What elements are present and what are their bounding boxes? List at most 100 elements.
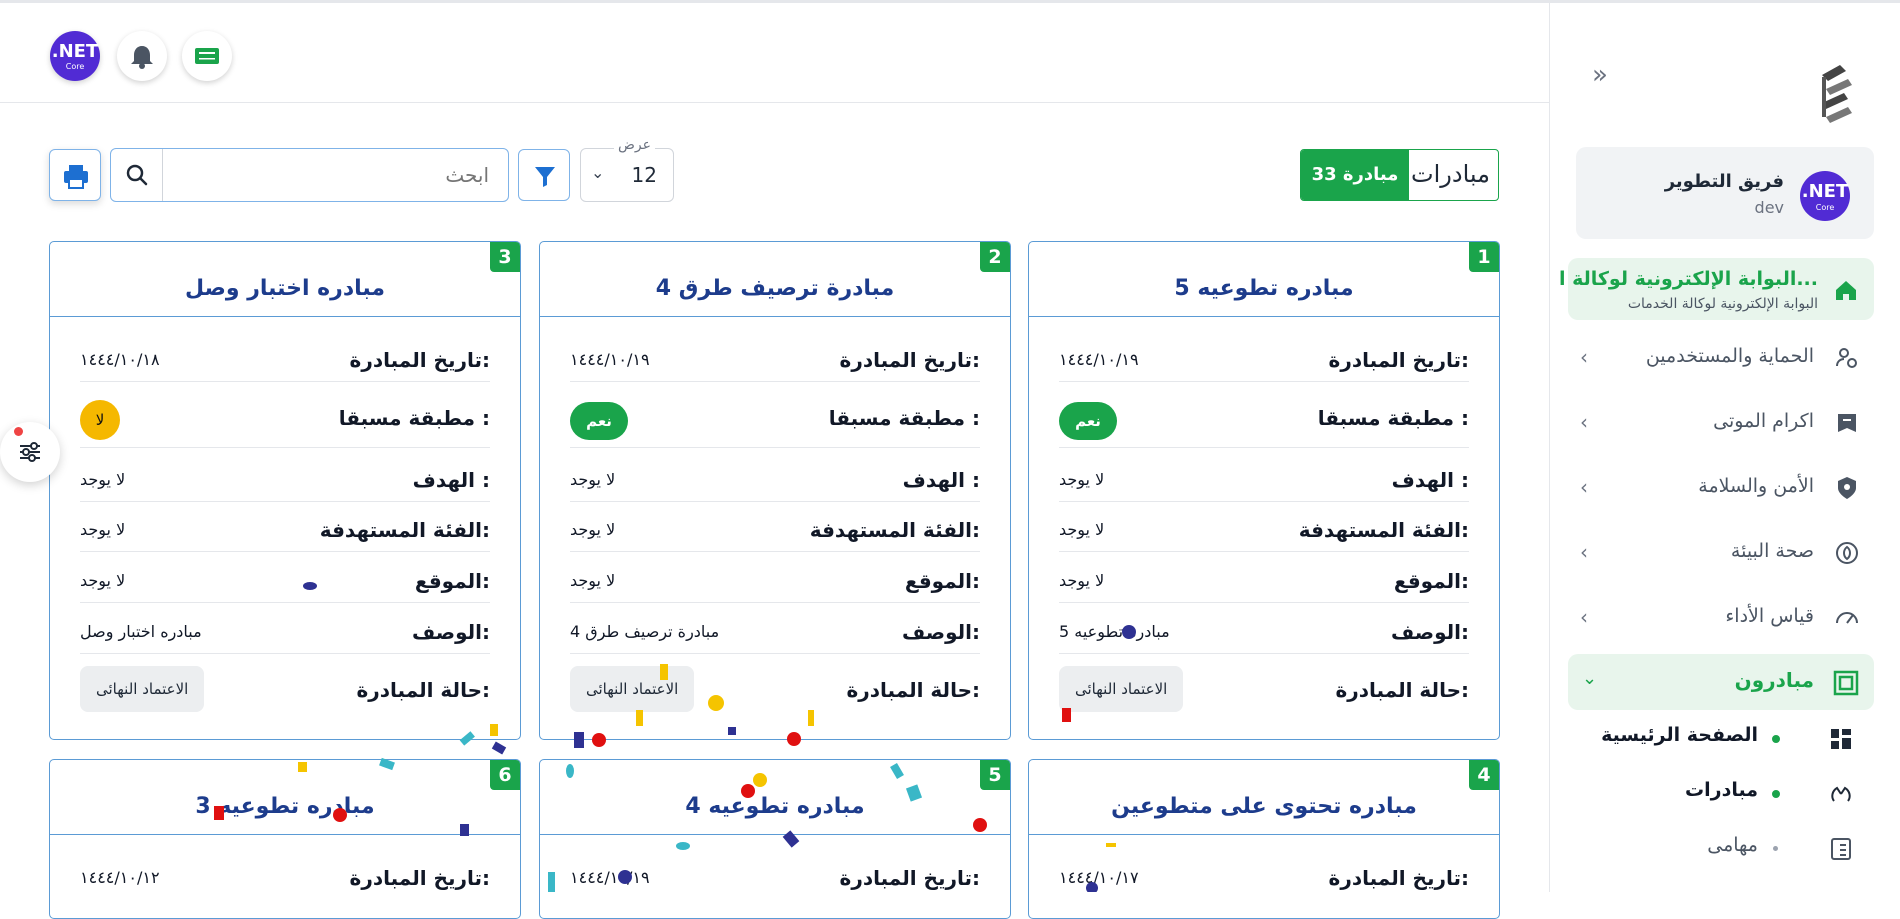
field-row: الفئة المستهدفة: لا يوجد <box>80 508 490 552</box>
field-value: مبادره اختبار وصل <box>80 622 202 641</box>
sidebar-subitem-my-tasks[interactable]: مهامى <box>1568 828 1874 868</box>
field-label: الفئة المستهدفة: <box>1298 518 1469 542</box>
card-number: 5 <box>980 760 1010 790</box>
chevron-left-icon: ‹ <box>1580 410 1588 434</box>
avatar-text: .NET <box>51 41 99 62</box>
archive-icon <box>1838 414 1856 432</box>
user-role: dev <box>1754 198 1784 217</box>
field-label: حالة المبادرة: <box>846 678 980 702</box>
sidebar-item-label: البوابة الإلكترونية لوكالة ا... <box>1558 268 1818 290</box>
status-chip: الاعتماد النهائى <box>570 666 695 712</box>
sidebar-item-security-safety[interactable]: الأمن والسلامة ‹ <box>1568 465 1874 509</box>
card-divider <box>50 834 520 835</box>
checklist-icon <box>1831 838 1851 860</box>
field-value: ١٤٤٤/١٠/١٢ <box>80 868 160 887</box>
sidebar-subitem-label: الصفحة الرئيسية <box>1601 724 1758 746</box>
card-title[interactable]: مبادرة ترصيف طرق 4 <box>540 276 1010 301</box>
field-row: الهدف : لا يوجد <box>1059 458 1469 502</box>
sidebar-item-label: مبادرون <box>1734 668 1814 692</box>
field-value: لا يوجد <box>1059 470 1105 489</box>
search-input[interactable] <box>165 149 505 201</box>
initiative-card[interactable]: 3 مبادره اختبار وصل تاريخ المبادرة: ١٤٤٤/… <box>49 241 521 740</box>
per-page-value: 12 <box>631 163 657 187</box>
field-value: ١٤٤٤/١٠/١٩ <box>570 868 650 887</box>
initiative-card[interactable]: 4 مبادره تحتوى على متطوعين تاريخ المبادر… <box>1028 759 1500 919</box>
field-row: حالة المبادرة: الاعتماد النهائى <box>570 662 980 722</box>
card-title[interactable]: مبادره تطوعيه 5 <box>1029 276 1499 301</box>
card-title[interactable]: مبادره تطوعيه 3 <box>50 794 520 819</box>
field-label: تاريخ المبادرة: <box>839 348 980 372</box>
sidebar-item-funerals[interactable]: اكرام الموتى ‹ <box>1568 400 1874 444</box>
field-label: الوصف: <box>901 620 980 644</box>
field-row: الموقع: لا يوجد <box>80 559 490 603</box>
field-row: مطبقة مسبقا : نعم <box>570 390 980 448</box>
dotnet-avatar-button[interactable]: .NET Core <box>50 31 100 81</box>
field-value: لا يوجد <box>1059 520 1105 539</box>
sidebar-item-protection-users[interactable]: الحماية والمستخدمين ‹ <box>1568 335 1874 379</box>
per-page-select[interactable]: عرض 12 ⌄ <box>580 137 674 202</box>
avatar-subtext: Core <box>65 62 85 71</box>
chevron-down-icon: ⌄ <box>1582 668 1598 689</box>
card-divider <box>1029 834 1499 835</box>
chevron-left-icon: ‹ <box>1580 475 1588 499</box>
initiative-card[interactable]: 6 مبادره تطوعيه 3 تاريخ المبادرة: ١٤٤٤/١٠… <box>49 759 521 919</box>
initiative-card[interactable]: 1 مبادره تطوعيه 5 تاريخ المبادرة: ١٤٤٤/١٠… <box>1028 241 1500 740</box>
card-divider <box>1029 316 1499 317</box>
collapse-sidebar-button[interactable]: » <box>1586 61 1614 89</box>
card-divider <box>50 316 520 317</box>
field-row: الوصف: مبادرة ترصيف طرق 4 <box>570 610 980 654</box>
language-button[interactable] <box>182 31 232 81</box>
field-value: لا يوجد <box>570 571 616 590</box>
printer-icon <box>64 165 88 189</box>
field-label: الموقع: <box>414 569 490 593</box>
sidebar-item-label: قياس الأداء <box>1725 605 1814 627</box>
field-label: مطبقة مسبقا : <box>338 406 490 430</box>
sidebar-item-sublabel: البوابة الإلكترونية لوكالة الخدمات <box>1627 296 1818 312</box>
app-logo <box>1812 61 1862 129</box>
filter-button[interactable] <box>518 149 570 201</box>
applied-badge: لا <box>80 400 120 440</box>
sidebar-item-portal[interactable]: البوابة الإلكترونية لوكالة ا... البوابة … <box>1559 258 1874 320</box>
field-value: مبادرة ترصيف طرق 4 <box>570 622 720 641</box>
print-button[interactable] <box>49 149 101 201</box>
field-row: الوصف: مبادره اختبار وصل <box>80 610 490 654</box>
sidebar-subitem-initiatives[interactable]: مبادرات <box>1568 773 1874 813</box>
card-title[interactable]: مبادره اختبار وصل <box>50 276 520 301</box>
field-row: تاريخ المبادرة: ١٤٤٤/١٠/١٩ <box>1059 338 1469 382</box>
search-button[interactable] <box>111 149 163 201</box>
field-row: الفئة المستهدفة: لا يوجد <box>1059 508 1469 552</box>
field-row: الهدف : لا يوجد <box>80 458 490 502</box>
sidebar-item-initiators[interactable]: مبادرون ⌄ <box>1568 654 1874 710</box>
chevron-left-icon: ‹ <box>1580 540 1588 564</box>
card-title[interactable]: مبادره تحتوى على متطوعين <box>1029 794 1499 819</box>
home-icon <box>1836 281 1856 300</box>
search-icon <box>126 164 148 186</box>
customizer-button[interactable] <box>0 422 60 482</box>
bullet-dot <box>1772 790 1780 798</box>
gauge-icon <box>1836 612 1858 624</box>
initiative-card[interactable]: 2 مبادرة ترصيف طرق 4 تاريخ المبادرة: ١٤٤٤… <box>539 241 1011 740</box>
user-gear-icon <box>1836 348 1857 368</box>
page-title-text: مبادرات <box>1411 160 1490 188</box>
sidebar-item-performance[interactable]: قياس الأداء ‹ <box>1568 595 1874 639</box>
field-label: تاريخ المبادرة: <box>349 348 490 372</box>
card-title[interactable]: مبادره تطوعيه 4 <box>540 794 1010 819</box>
filter-icon <box>535 167 555 187</box>
frame-icon <box>1833 670 1859 696</box>
user-profile-card[interactable]: .NET Core فريق التطوير dev <box>1576 147 1874 239</box>
page-title: 33 مبادرة مبادرات <box>1300 149 1499 201</box>
initiative-card[interactable]: 5 مبادره تطوعيه 4 تاريخ المبادرة: ١٤٤٤/١٠… <box>539 759 1011 919</box>
field-value: ١٤٤٤/١٠/١٩ <box>1059 350 1139 369</box>
card-number: 2 <box>980 242 1010 272</box>
field-label: حالة المبادرة: <box>1335 678 1469 702</box>
field-value: مبادره تطوعيه 5 <box>1059 622 1170 641</box>
field-label: الموقع: <box>904 569 980 593</box>
sidebar-item-environmental-health[interactable]: صحة البيئة ‹ <box>1568 530 1874 574</box>
field-row: تاريخ المبادرة: ١٤٤٤/١٠/١٩ <box>570 856 980 900</box>
bell-icon <box>131 46 153 69</box>
field-value: لا يوجد <box>570 470 616 489</box>
card-number: 3 <box>490 242 520 272</box>
notifications-button[interactable] <box>117 31 167 81</box>
sidebar-subitem-home[interactable]: الصفحة الرئيسية <box>1568 718 1874 758</box>
sidebar-subitem-label: مبادرات <box>1685 779 1758 801</box>
